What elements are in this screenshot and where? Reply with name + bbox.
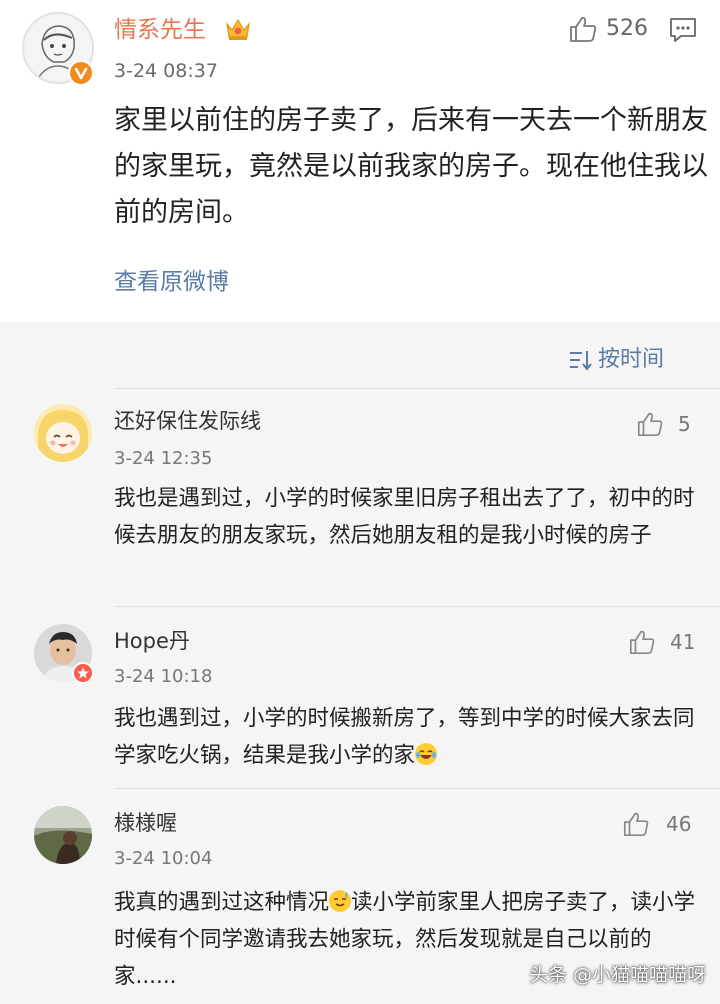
landscape-avatar-image [34,806,92,864]
comment-timestamp: 3-24 10:18 [114,666,213,687]
commenter-avatar[interactable] [34,404,92,462]
original-post-card: 情系先生 3-24 08:37 526 家里以前住的房子卖了，后来有一天去一个新… [0,0,720,322]
comment-like-count: 46 [666,812,692,836]
sort-label: 按时间 [598,347,665,372]
commenter-avatar[interactable] [34,806,92,864]
comment-text-content: 我真的遇到过这种情况 [114,890,330,915]
comment-text-content: 我也遇到过，小学的时候搬新房了，等到中学的时候大家去同学家吃火锅，结果是我小学的… [114,706,695,768]
post-timestamp: 3-24 08:37 [114,60,218,82]
comment-item: Hope丹 3-24 10:18 41 我也遇到过，小学的时候搬新房了，等到中学… [0,608,720,789]
anime-girl-avatar-image [34,404,92,462]
view-original-post-link[interactable]: 查看原微博 [114,264,229,300]
comment-like-count: 41 [670,630,696,654]
post-body-text: 家里以前住的房子卖了，后来有一天去一个新朋友的家里玩，竟然是以前我家的房子。现在… [114,105,708,228]
comment-timestamp: 3-24 12:35 [114,448,213,469]
crown-member-icon [224,16,252,42]
thumbs-up-icon[interactable] [636,410,664,438]
divider [114,606,720,607]
commenter-name[interactable]: Hope丹 [114,626,190,656]
comment-like-count: 5 [678,412,691,436]
comment-item: 还好保住发际线 3-24 12:35 5 我也是遇到过，小学的时候家里旧房子租出… [0,390,720,607]
thumbs-up-icon[interactable] [628,628,656,656]
comment-bubble-icon[interactable] [668,16,698,44]
member-badge-icon [72,662,94,684]
source-watermark: 头条 @小猫喵喵喵呀 [528,964,706,986]
post-like-count: 526 [606,16,648,41]
sort-lines-icon [568,348,594,372]
comment-text: 我也是遇到过，小学的时候家里旧房子租出去了了，初中的时候去朋友的朋友家玩，然后她… [114,486,695,548]
comment-timestamp: 3-24 10:04 [114,848,213,869]
sweat-smile-emoji [329,890,352,912]
laughing-crying-emoji [415,743,438,765]
commenter-name[interactable]: 様様喔 [114,808,177,838]
commenter-name[interactable]: 还好保住发际线 [114,406,261,436]
verified-badge-icon [68,60,94,86]
divider [114,388,720,389]
comment-text: 我也遇到过，小学的时候搬新房了，等到中学的时候大家去同学家吃火锅，结果是我小学的… [114,700,704,774]
post-author-name[interactable]: 情系先生 [114,14,206,46]
thumbs-up-icon[interactable] [568,14,598,44]
divider [114,788,720,789]
thumbs-up-icon[interactable] [622,810,650,838]
